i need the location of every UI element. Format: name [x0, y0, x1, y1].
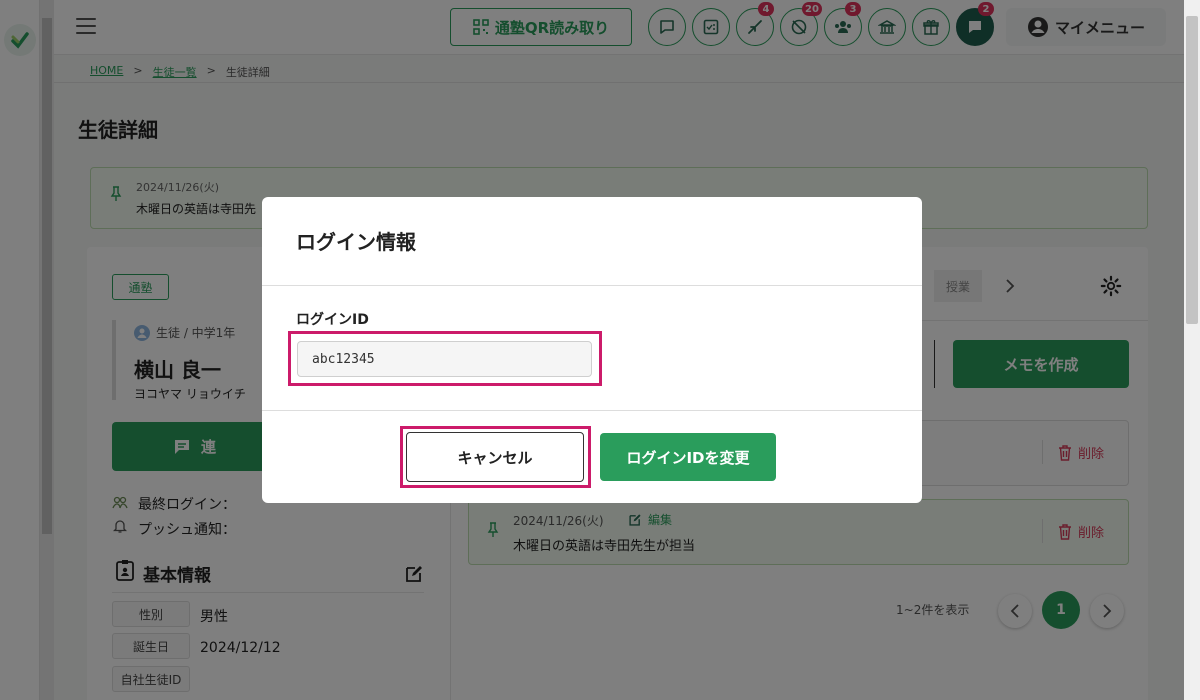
dialog-header-divider — [262, 285, 922, 286]
change-login-id-button[interactable]: ログインIDを変更 — [600, 433, 776, 481]
page-scrollbar-thumb[interactable] — [1186, 16, 1198, 324]
dialog-footer-divider — [262, 410, 922, 411]
highlight-frame-cancel — [400, 426, 591, 488]
dialog-title: ログイン情報 — [296, 230, 416, 254]
highlight-frame-input — [288, 331, 602, 386]
login-id-label: ログインID — [296, 312, 369, 328]
